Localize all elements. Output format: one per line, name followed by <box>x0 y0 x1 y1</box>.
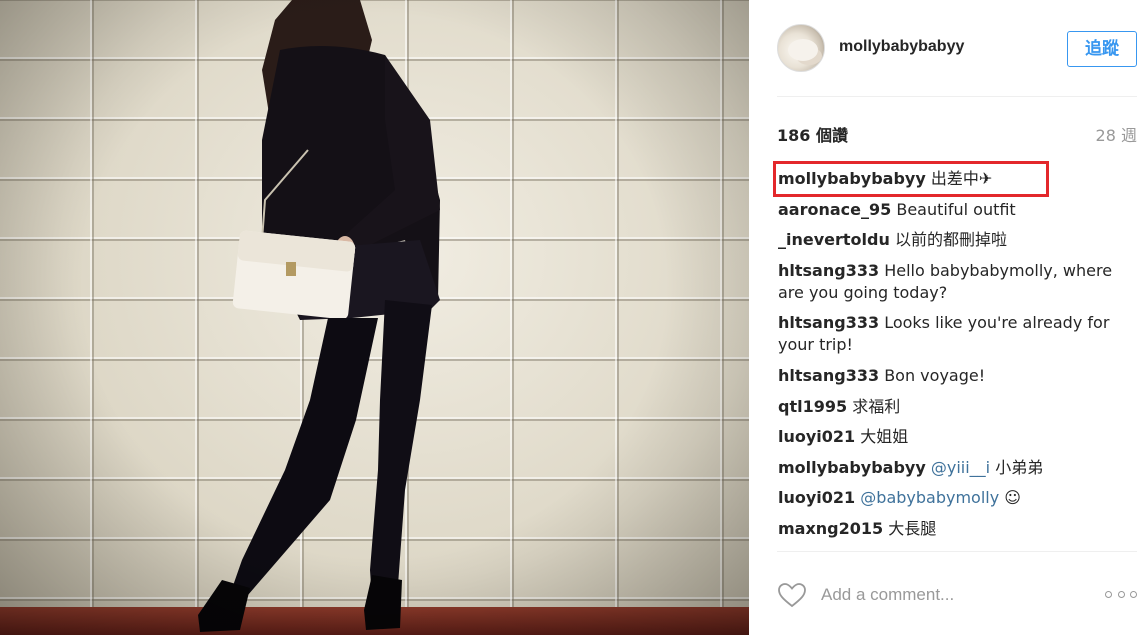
comment-username[interactable]: hltsang333 <box>778 261 879 280</box>
comment-username[interactable]: hltsang333 <box>778 366 879 385</box>
comment-text: 求福利 <box>852 396 901 416</box>
comment-list: mollybabybabyy 出差中✈ aaronace_95 Beautifu… <box>778 168 1123 549</box>
highlight-annotation-box <box>773 161 1049 197</box>
comment-item: _inevertoldu 以前的都刪掉啦 <box>778 229 1123 251</box>
comment-bar <box>777 578 1137 612</box>
username-link[interactable]: mollybabybabyy <box>839 38 964 56</box>
comment-text: 小弟弟 <box>995 457 1044 477</box>
comment-item: hltsang333 Hello babybabymolly, where ar… <box>778 260 1123 304</box>
avatar-image <box>788 39 818 61</box>
comment-username[interactable]: luoyi021 <box>778 488 855 507</box>
comment-text: Bon voyage! <box>884 365 986 385</box>
comment-mention[interactable]: @yiii__i <box>931 458 990 477</box>
comment-username[interactable]: mollybabybabyy <box>778 458 926 477</box>
comment-text: 以前的都刪掉啦 <box>894 230 1007 250</box>
heart-outline-icon[interactable] <box>777 582 807 608</box>
comment-item: maxng2015 大長腿 <box>778 518 1123 540</box>
post-stats: 186 個讚 28 週 <box>777 122 1137 146</box>
post-details-panel: mollybabybabyy 追蹤 186 個讚 28 週 mollybabyb… <box>749 0 1145 635</box>
post-photo <box>0 0 749 635</box>
comment-item: hltsang333 Looks like you're already for… <box>778 312 1123 356</box>
comment-username[interactable]: luoyi021 <box>778 427 855 446</box>
post-header: mollybabybabyy 追蹤 <box>777 24 1137 74</box>
comment-input[interactable] <box>821 582 1081 608</box>
follow-button[interactable]: 追蹤 <box>1067 31 1137 67</box>
avatar[interactable] <box>777 24 825 72</box>
comment-username[interactable]: hltsang333 <box>778 313 879 332</box>
comment-item: aaronace_95 Beautiful outfit <box>778 199 1123 221</box>
photo-vignette <box>0 0 749 635</box>
comment-item: luoyi021 @babybabymolly ☺ <box>778 487 1123 509</box>
comment-item: qtl1995 求福利 <box>778 396 1123 418</box>
dot-icon <box>1117 590 1125 598</box>
comment-item: luoyi021 大姐姐 <box>778 426 1123 448</box>
comment-text: Beautiful outfit <box>896 199 1016 219</box>
comment-text: ☺ <box>1004 488 1021 508</box>
comment-mention[interactable]: @babybabymolly <box>860 488 999 507</box>
post-timestamp[interactable]: 28 週 <box>1096 122 1137 146</box>
dot-icon <box>1130 590 1137 598</box>
comment-text: 大姐姐 <box>860 427 909 447</box>
dot-icon <box>1105 590 1112 598</box>
comment-username[interactable]: qtl1995 <box>778 397 847 416</box>
more-options-icon[interactable] <box>1105 584 1137 604</box>
comments-divider <box>777 551 1137 552</box>
comment-username[interactable]: maxng2015 <box>778 519 883 538</box>
comment-username[interactable]: aaronace_95 <box>778 200 891 219</box>
comment-item: hltsang333 Bon voyage! <box>778 365 1123 387</box>
header-divider <box>777 96 1137 97</box>
comment-username[interactable]: _inevertoldu <box>778 230 890 249</box>
likes-count[interactable]: 186 個讚 <box>777 122 848 146</box>
comment-text: 大長腿 <box>888 518 937 538</box>
comment-item: mollybabybabyy @yiii__i 小弟弟 <box>778 457 1123 479</box>
